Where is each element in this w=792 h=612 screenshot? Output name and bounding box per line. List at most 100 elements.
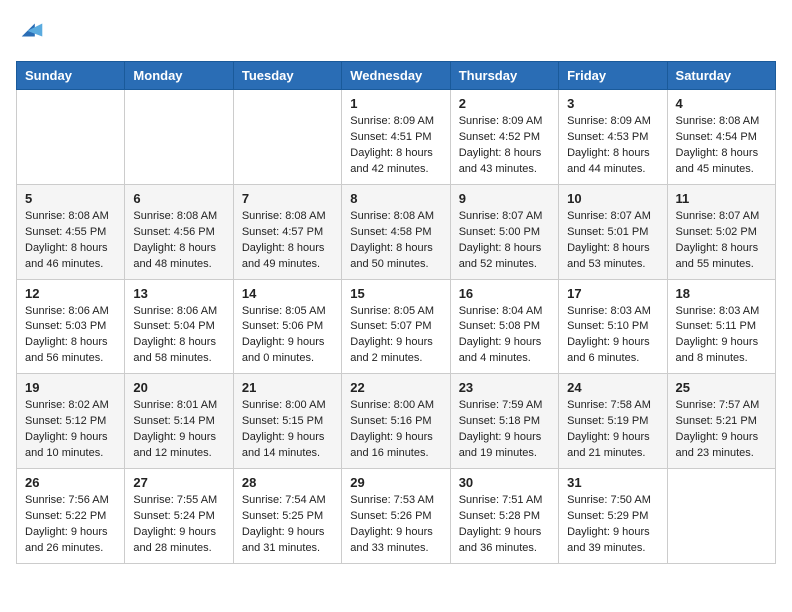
calendar-cell: 27 Sunrise: 7:55 AMSunset: 5:24 PMDayligh…: [125, 469, 233, 564]
day-number: 30: [459, 475, 550, 490]
calendar-cell: 19 Sunrise: 8:02 AMSunset: 5:12 PMDayligh…: [17, 374, 125, 469]
calendar-cell: 21 Sunrise: 8:00 AMSunset: 5:15 PMDayligh…: [233, 374, 341, 469]
page-header: [16, 16, 776, 49]
calendar-cell: 31Sunrise: 7:50 AMSunset: 5:29 PMDayligh…: [559, 469, 667, 564]
calendar-cell: 28 Sunrise: 7:54 AMSunset: 5:25 PMDayligh…: [233, 469, 341, 564]
cell-info: Sunrise: 8:09 AMSunset: 4:53 PMDaylight:…: [567, 114, 658, 178]
week-row-2: 5 Sunrise: 8:08 AMSunset: 4:55 PMDaylight…: [17, 184, 776, 279]
cell-info: Sunrise: 8:08 AMSunset: 4:54 PMDaylight:…: [676, 114, 767, 178]
calendar-cell: 3 Sunrise: 8:09 AMSunset: 4:53 PMDaylight…: [559, 90, 667, 185]
calendar-cell: 13Sunrise: 8:06 AMSunset: 5:04 PMDayligh…: [125, 279, 233, 374]
header-cell-tuesday: Tuesday: [233, 62, 341, 90]
day-number: 8: [350, 191, 441, 206]
week-row-5: 26 Sunrise: 7:56 AMSunset: 5:22 PMDayligh…: [17, 469, 776, 564]
cell-info: Sunrise: 8:07 AMSunset: 5:02 PMDaylight:…: [676, 209, 767, 273]
day-number: 7: [242, 191, 333, 206]
day-number: 23: [459, 380, 550, 395]
day-number: 10: [567, 191, 658, 206]
calendar-cell: 24 Sunrise: 7:58 AMSunset: 5:19 PMDayligh…: [559, 374, 667, 469]
day-number: 31: [567, 475, 658, 490]
day-number: 29: [350, 475, 441, 490]
day-number: 20: [133, 380, 224, 395]
cell-info: Sunrise: 8:00 AMSunset: 5:15 PMDaylight:…: [242, 398, 333, 462]
cell-info: Sunrise: 8:03 AMSunset: 5:10 PMDaylight:…: [567, 304, 658, 368]
calendar-cell: 16 Sunrise: 8:04 AMSunset: 5:08 PMDayligh…: [450, 279, 558, 374]
day-number: 4: [676, 96, 767, 111]
calendar-cell: 11 Sunrise: 8:07 AMSunset: 5:02 PMDayligh…: [667, 184, 775, 279]
calendar-cell: 20 Sunrise: 8:01 AMSunset: 5:14 PMDayligh…: [125, 374, 233, 469]
cell-info: Sunrise: 8:08 AMSunset: 4:55 PMDaylight:…: [25, 209, 116, 273]
cell-info: Sunrise: 8:00 AMSunset: 5:16 PMDaylight:…: [350, 398, 441, 462]
week-row-4: 19 Sunrise: 8:02 AMSunset: 5:12 PMDayligh…: [17, 374, 776, 469]
day-number: 27: [133, 475, 224, 490]
calendar-cell: 25 Sunrise: 7:57 AMSunset: 5:21 PMDayligh…: [667, 374, 775, 469]
calendar-cell: 10 Sunrise: 8:07 AMSunset: 5:01 PMDayligh…: [559, 184, 667, 279]
day-number: 2: [459, 96, 550, 111]
day-number: 19: [25, 380, 116, 395]
day-number: 18: [676, 286, 767, 301]
day-number: 5: [25, 191, 116, 206]
calendar-cell: 18 Sunrise: 8:03 AMSunset: 5:11 PMDayligh…: [667, 279, 775, 374]
day-number: 17: [567, 286, 658, 301]
cell-info: Sunrise: 7:56 AMSunset: 5:22 PMDaylight:…: [25, 493, 116, 557]
cell-info: Sunrise: 8:09 AMSunset: 4:52 PMDaylight:…: [459, 114, 550, 178]
calendar-cell: 14Sunrise: 8:05 AMSunset: 5:06 PMDayligh…: [233, 279, 341, 374]
cell-info: Sunrise: 7:51 AMSunset: 5:28 PMDaylight:…: [459, 493, 550, 557]
day-number: 21: [242, 380, 333, 395]
day-number: 11: [676, 191, 767, 206]
cell-info: Sunrise: 8:09 AMSunset: 4:51 PMDaylight:…: [350, 114, 441, 178]
cell-info: Sunrise: 8:05 AMSunset: 5:06 PMDaylight:…: [242, 304, 333, 368]
calendar-cell: 7 Sunrise: 8:08 AMSunset: 4:57 PMDaylight…: [233, 184, 341, 279]
cell-info: Sunrise: 8:01 AMSunset: 5:14 PMDaylight:…: [133, 398, 224, 462]
calendar-cell: 26 Sunrise: 7:56 AMSunset: 5:22 PMDayligh…: [17, 469, 125, 564]
calendar-cell: 8 Sunrise: 8:08 AMSunset: 4:58 PMDaylight…: [342, 184, 450, 279]
cell-info: Sunrise: 8:05 AMSunset: 5:07 PMDaylight:…: [350, 304, 441, 368]
cell-info: Sunrise: 8:07 AMSunset: 5:00 PMDaylight:…: [459, 209, 550, 273]
header-cell-saturday: Saturday: [667, 62, 775, 90]
cell-info: Sunrise: 7:59 AMSunset: 5:18 PMDaylight:…: [459, 398, 550, 462]
calendar-cell: 1Sunrise: 8:09 AMSunset: 4:51 PMDaylight…: [342, 90, 450, 185]
cell-info: Sunrise: 7:55 AMSunset: 5:24 PMDaylight:…: [133, 493, 224, 557]
header-cell-thursday: Thursday: [450, 62, 558, 90]
day-number: 12: [25, 286, 116, 301]
calendar-cell: 30 Sunrise: 7:51 AMSunset: 5:28 PMDayligh…: [450, 469, 558, 564]
day-number: 24: [567, 380, 658, 395]
cell-info: Sunrise: 7:58 AMSunset: 5:19 PMDaylight:…: [567, 398, 658, 462]
cell-info: Sunrise: 8:08 AMSunset: 4:58 PMDaylight:…: [350, 209, 441, 273]
header-row: SundayMondayTuesdayWednesdayThursdayFrid…: [17, 62, 776, 90]
calendar-cell: 22 Sunrise: 8:00 AMSunset: 5:16 PMDayligh…: [342, 374, 450, 469]
header-cell-wednesday: Wednesday: [342, 62, 450, 90]
cell-info: Sunrise: 8:03 AMSunset: 5:11 PMDaylight:…: [676, 304, 767, 368]
calendar-cell: 12Sunrise: 8:06 AMSunset: 5:03 PMDayligh…: [17, 279, 125, 374]
day-number: 9: [459, 191, 550, 206]
calendar-cell: 4 Sunrise: 8:08 AMSunset: 4:54 PMDaylight…: [667, 90, 775, 185]
calendar-cell: 5 Sunrise: 8:08 AMSunset: 4:55 PMDaylight…: [17, 184, 125, 279]
day-number: 16: [459, 286, 550, 301]
day-number: 25: [676, 380, 767, 395]
cell-info: Sunrise: 7:57 AMSunset: 5:21 PMDaylight:…: [676, 398, 767, 462]
header-cell-sunday: Sunday: [17, 62, 125, 90]
week-row-3: 12Sunrise: 8:06 AMSunset: 5:03 PMDayligh…: [17, 279, 776, 374]
calendar-cell: [667, 469, 775, 564]
calendar-cell: [125, 90, 233, 185]
cell-info: Sunrise: 8:04 AMSunset: 5:08 PMDaylight:…: [459, 304, 550, 368]
cell-info: Sunrise: 7:54 AMSunset: 5:25 PMDaylight:…: [242, 493, 333, 557]
calendar-cell: 9 Sunrise: 8:07 AMSunset: 5:00 PMDaylight…: [450, 184, 558, 279]
cell-info: Sunrise: 8:08 AMSunset: 4:56 PMDaylight:…: [133, 209, 224, 273]
header-cell-friday: Friday: [559, 62, 667, 90]
day-number: 28: [242, 475, 333, 490]
day-number: 26: [25, 475, 116, 490]
cell-info: Sunrise: 8:02 AMSunset: 5:12 PMDaylight:…: [25, 398, 116, 462]
cell-info: Sunrise: 8:08 AMSunset: 4:57 PMDaylight:…: [242, 209, 333, 273]
logo: [16, 16, 46, 49]
day-number: 3: [567, 96, 658, 111]
logo-icon: [18, 16, 46, 44]
cell-info: Sunrise: 7:53 AMSunset: 5:26 PMDaylight:…: [350, 493, 441, 557]
cell-info: Sunrise: 8:07 AMSunset: 5:01 PMDaylight:…: [567, 209, 658, 273]
calendar-table: SundayMondayTuesdayWednesdayThursdayFrid…: [16, 61, 776, 564]
calendar-cell: 17 Sunrise: 8:03 AMSunset: 5:10 PMDayligh…: [559, 279, 667, 374]
calendar-cell: [17, 90, 125, 185]
day-number: 22: [350, 380, 441, 395]
calendar-cell: [233, 90, 341, 185]
calendar-cell: 2 Sunrise: 8:09 AMSunset: 4:52 PMDaylight…: [450, 90, 558, 185]
